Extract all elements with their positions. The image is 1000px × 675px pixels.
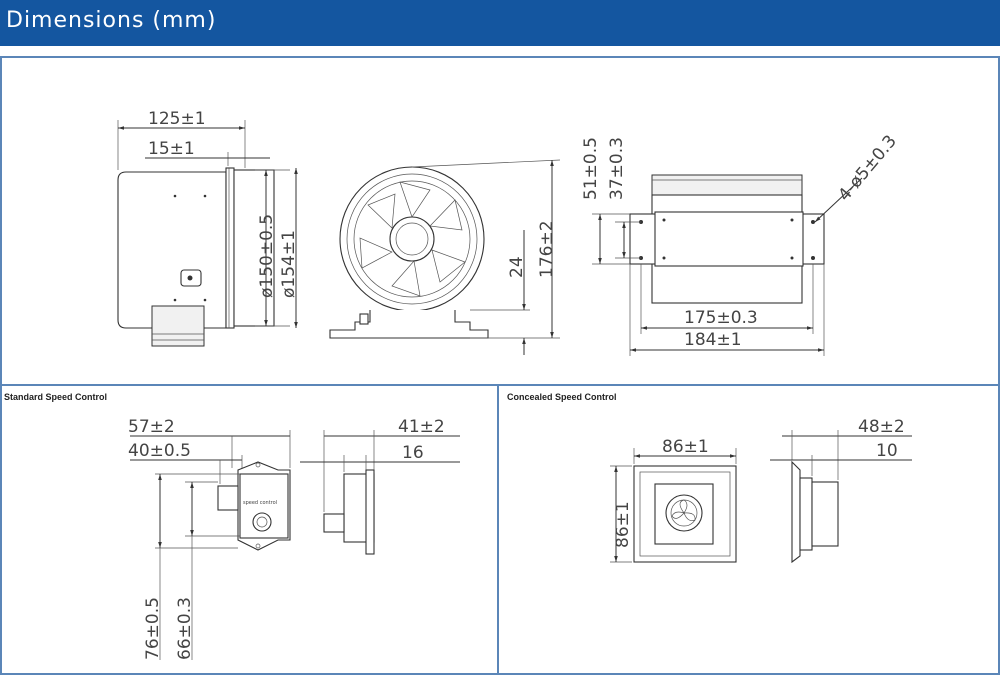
dim-top-holes: 4-ø5±0.3 xyxy=(835,131,901,205)
dim-conc-height: 86±1 xyxy=(613,501,633,548)
dim-conc-width: 86±1 xyxy=(662,437,709,457)
dim-top-h2: 37±0.3 xyxy=(607,137,627,200)
dim-conc-depth-inner: 10 xyxy=(876,441,898,461)
dim-fan-outer-dia: ø154±1 xyxy=(279,230,299,298)
dim-std-depth-inner: 16 xyxy=(402,443,424,463)
fan-top-view xyxy=(629,174,825,304)
dim-fan-inner-dia: ø150±0.5 xyxy=(257,214,277,298)
dim-std-width: 57±2 xyxy=(128,417,175,437)
technical-drawing: 125±1 15±1 ø150±0.5 ø154±1 24 176±2 51±0… xyxy=(117,109,912,660)
standard-control-side xyxy=(323,469,375,555)
dim-top-h1: 51±0.5 xyxy=(581,137,601,200)
speed-control-face-text: speed control xyxy=(243,500,277,506)
fan-side-view xyxy=(117,167,275,347)
dim-std-depth: 41±2 xyxy=(398,417,445,437)
standard-control-front xyxy=(217,461,291,551)
dim-fan-length: 125±1 xyxy=(148,109,206,129)
dim-fan-base: 24 xyxy=(507,256,527,278)
dim-fan-flange: 15±1 xyxy=(148,139,195,159)
dim-conc-depth: 48±2 xyxy=(858,417,905,437)
dim-std-height-total: 76±0.5 xyxy=(143,597,163,660)
dim-fan-height: 176±2 xyxy=(537,220,557,278)
dim-top-outer-width: 184±1 xyxy=(684,330,742,350)
dim-top-inner-width: 175±0.3 xyxy=(684,308,758,328)
concealed-control-front xyxy=(633,465,737,563)
concealed-control-side xyxy=(791,460,839,564)
dim-std-height-inner: 66±0.3 xyxy=(175,597,195,660)
fan-front-view xyxy=(329,166,489,339)
dim-std-inner: 40±0.5 xyxy=(128,441,191,461)
